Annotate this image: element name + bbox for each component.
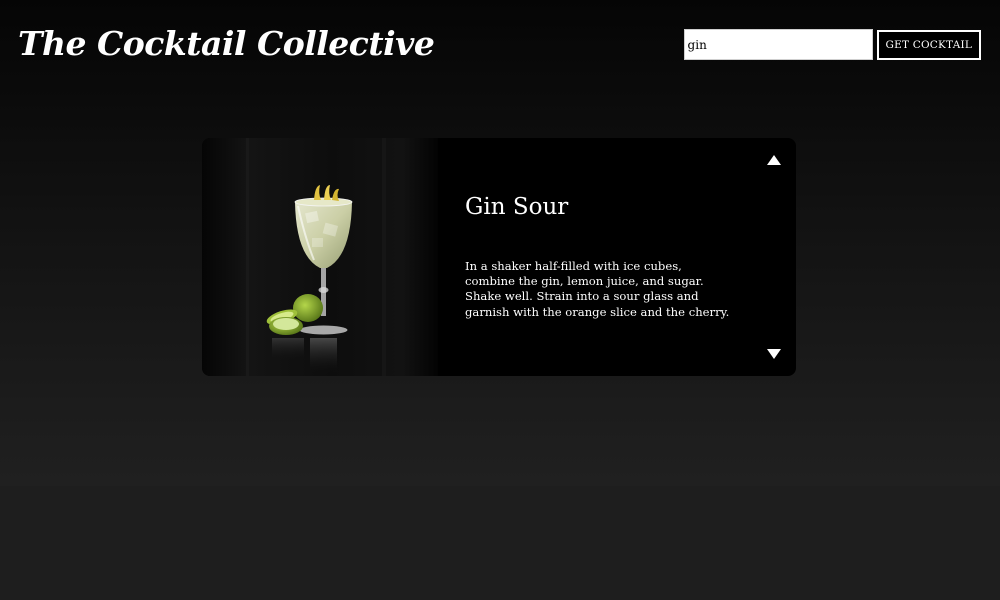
search-bar: GET COCKTAIL: [683, 29, 981, 60]
triangle-down-icon[interactable]: [767, 349, 781, 359]
site-title: The Cocktail Collective: [18, 24, 435, 63]
cocktail-image: [202, 138, 438, 376]
triangle-up-icon[interactable]: [767, 155, 781, 165]
search-input[interactable]: [683, 29, 873, 60]
cocktail-card: Gin Sour In a shaker half-filled with ic…: [202, 138, 796, 376]
cocktail-instructions: In a shaker half-filled with ice cubes, …: [465, 259, 730, 319]
cocktail-name: Gin Sour: [465, 194, 569, 220]
get-cocktail-button[interactable]: GET COCKTAIL: [876, 29, 981, 60]
